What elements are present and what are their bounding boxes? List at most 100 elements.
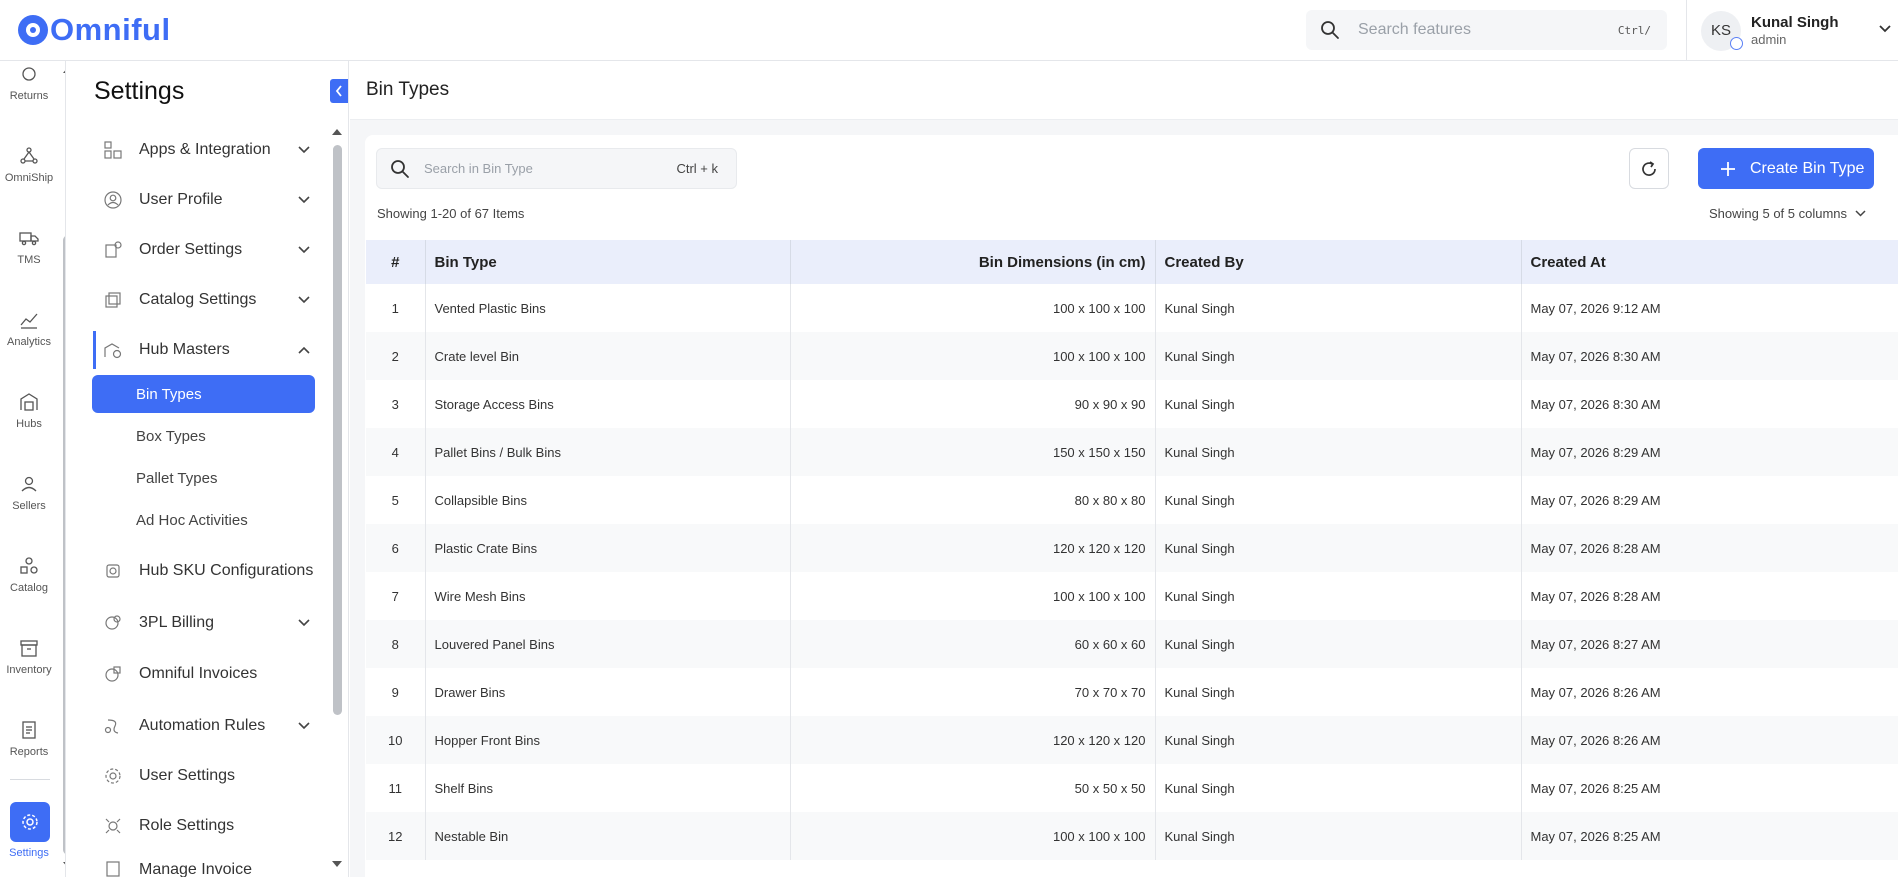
table-row[interactable]: 8 Louvered Panel Bins 60 x 60 x 60 Kunal Si…	[366, 620, 1898, 668]
row-created-by: Kunal Singh	[1155, 380, 1522, 428]
row-created-by: Kunal Singh	[1155, 476, 1522, 524]
column-header-bin-dimensions[interactable]: Bin Dimensions (in cm)	[790, 240, 1156, 284]
settings-item-apps-integration[interactable]: Apps & Integration	[93, 131, 318, 169]
row-bin-type: Wire Mesh Bins	[425, 572, 791, 620]
settings-scrollbar[interactable]	[333, 145, 342, 715]
table-header-row: # Bin Type Bin Dimensions (in cm) Create…	[366, 240, 1898, 284]
settings-subitem-bin-types[interactable]: Bin Types	[92, 375, 315, 413]
row-created-by: Kunal Singh	[1155, 764, 1522, 812]
column-header-created-at[interactable]: Created At	[1521, 240, 1898, 284]
chevron-down-icon	[298, 246, 310, 254]
catalog-icon	[20, 557, 38, 574]
table-row[interactable]: 9 Drawer Bins 70 x 70 x 70 Kunal Singh May 0…	[366, 668, 1898, 716]
table-row[interactable]: 4 Pallet Bins / Bulk Bins 150 x 150 x 150 K…	[366, 428, 1898, 476]
rail-item-omniship[interactable]: OmniShip	[0, 129, 58, 197]
chevron-down-icon[interactable]	[1878, 24, 1892, 34]
settings-item-hub-sku-configurations[interactable]: Hub SKU Configurations	[93, 552, 318, 590]
settings-item-user-profile[interactable]: User Profile	[93, 181, 318, 219]
rail-label: Catalog	[10, 582, 48, 594]
table-row[interactable]: 5 Collapsible Bins 80 x 80 x 80 Kunal Singh…	[366, 476, 1898, 524]
search-shortcut: Ctrl/	[1617, 23, 1651, 37]
chevron-down-icon	[298, 722, 310, 730]
row-bin-dimensions: 150 x 150 x 150	[790, 428, 1156, 476]
rail-item-tms[interactable]: TMS	[0, 211, 58, 279]
scroll-up-icon[interactable]	[62, 66, 66, 74]
rail-item-catalog[interactable]: Catalog	[0, 539, 58, 607]
global-search-input[interactable]: Search features Ctrl/	[1306, 10, 1667, 50]
row-bin-type: Pallet Bins / Bulk Bins	[425, 428, 791, 476]
row-bin-dimensions: 120 x 120 x 120	[790, 716, 1156, 764]
row-bin-dimensions: 70 x 70 x 70	[790, 668, 1156, 716]
table-row[interactable]: 2 Crate level Bin 100 x 100 x 100 Kunal Sin…	[366, 332, 1898, 380]
settings-subitem-box-types[interactable]: Box Types	[136, 428, 206, 445]
scroll-down-icon[interactable]	[62, 861, 66, 869]
user-menu[interactable]: KS Kunal Singh admin	[1686, 0, 1898, 61]
catalog-settings-icon	[105, 292, 121, 308]
global-search-placeholder: Search features	[1358, 21, 1471, 38]
create-bin-type-label: Create Bin Type	[1750, 159, 1865, 177]
settings-item-label: Automation Rules	[139, 717, 266, 734]
rail-item-settings[interactable]	[10, 802, 50, 842]
table-row[interactable]: 7 Wire Mesh Bins 100 x 100 x 100 Kunal Sing…	[366, 572, 1898, 620]
row-index: 7	[366, 572, 426, 620]
rail-item-reports[interactable]: Reports	[0, 703, 58, 771]
table-row[interactable]: 3 Storage Access Bins 90 x 90 x 90 Kunal Si…	[366, 380, 1898, 428]
settings-item-order-settings[interactable]: Order Settings	[93, 231, 318, 269]
settings-item-omniful-invoices[interactable]: Omniful Invoices	[93, 655, 318, 693]
module-rail: Returns OmniShip TMS Analytics Hubs Sell…	[0, 61, 66, 877]
settings-item-label: User Settings	[139, 767, 236, 784]
main-content: Bin Types Search in Bin Type Ctrl + k Cr…	[350, 61, 1898, 877]
row-bin-type: Shelf Bins	[425, 764, 791, 812]
settings-item-3pl-billing[interactable]: 3PL Billing	[93, 604, 318, 642]
scroll-down-icon[interactable]	[331, 860, 343, 868]
row-created-by: Kunal Singh	[1155, 428, 1522, 476]
brand-logo[interactable]: Omniful	[18, 12, 171, 48]
row-created-by: Kunal Singh	[1155, 524, 1522, 572]
rail-item-returns[interactable]: Returns	[0, 61, 58, 115]
gear-icon	[22, 814, 38, 830]
rail-scrollbar[interactable]	[63, 235, 65, 855]
row-index: 6	[366, 524, 426, 572]
row-created-by: Kunal Singh	[1155, 716, 1522, 764]
column-header-created-by[interactable]: Created By	[1155, 240, 1522, 284]
settings-item-manage-invoice[interactable]: Manage Invoice	[93, 855, 318, 877]
settings-subitem-pallet-types[interactable]: Pallet Types	[136, 470, 217, 487]
settings-subitem-ad-hoc-activities[interactable]: Ad Hoc Activities	[136, 512, 248, 529]
scroll-up-icon[interactable]	[331, 128, 343, 136]
row-created-by: Kunal Singh	[1155, 572, 1522, 620]
column-header-index[interactable]: #	[366, 240, 426, 284]
hub-masters-icon	[104, 343, 122, 359]
settings-item-role-settings[interactable]: Role Settings	[93, 807, 318, 845]
column-selector[interactable]: Showing 5 of 5 columns	[1709, 206, 1866, 221]
table-row[interactable]: 12 Nestable Bin 100 x 100 x 100 Kunal Singh…	[366, 812, 1898, 860]
row-index: 1	[366, 284, 426, 332]
table-row[interactable]: 11 Shelf Bins 50 x 50 x 50 Kunal Singh May 0…	[366, 764, 1898, 812]
settings-item-catalog-settings[interactable]: Catalog Settings	[93, 281, 318, 319]
rail-item-sellers[interactable]: Sellers	[0, 457, 58, 525]
collapse-sidebar-button[interactable]	[330, 79, 348, 103]
refresh-button[interactable]	[1629, 148, 1669, 189]
table-row[interactable]: 10 Hopper Front Bins 120 x 120 x 120 Kunal …	[366, 716, 1898, 764]
column-header-bin-type[interactable]: Bin Type	[425, 240, 791, 284]
plus-icon	[1721, 161, 1735, 176]
row-bin-type: Drawer Bins	[425, 668, 791, 716]
row-created-at: May 07, 2026 8:25 AM	[1530, 780, 1661, 796]
settings-item-user-settings[interactable]: User Settings	[93, 757, 318, 795]
settings-item-hub-masters[interactable]: Hub Masters	[93, 331, 318, 369]
row-bin-type: Plastic Crate Bins	[425, 524, 791, 572]
rail-item-analytics[interactable]: Analytics	[0, 293, 58, 361]
manage-invoice-icon	[106, 861, 120, 877]
row-bin-type: Vented Plastic Bins	[425, 284, 791, 332]
settings-item-automation-rules[interactable]: Automation Rules	[93, 707, 318, 745]
create-bin-type-button[interactable]: Create Bin Type	[1698, 148, 1874, 189]
row-index: 10	[366, 716, 426, 764]
row-bin-dimensions: 120 x 120 x 120	[790, 524, 1156, 572]
table-row[interactable]: 1 Vented Plastic Bins 100 x 100 x 100 Kunal…	[366, 284, 1898, 332]
table-search-input[interactable]: Search in Bin Type Ctrl + k	[376, 148, 737, 189]
rail-item-hubs[interactable]: Hubs	[0, 375, 58, 443]
rail-item-inventory[interactable]: Inventory	[0, 621, 58, 689]
row-created-at: May 07, 2026 8:25 AM	[1521, 812, 1898, 860]
table-row[interactable]: 6 Plastic Crate Bins 120 x 120 x 120 Kunal …	[366, 524, 1898, 572]
chevron-down-icon	[298, 619, 310, 627]
row-bin-dimensions: 50 x 50 x 50	[790, 764, 1156, 812]
